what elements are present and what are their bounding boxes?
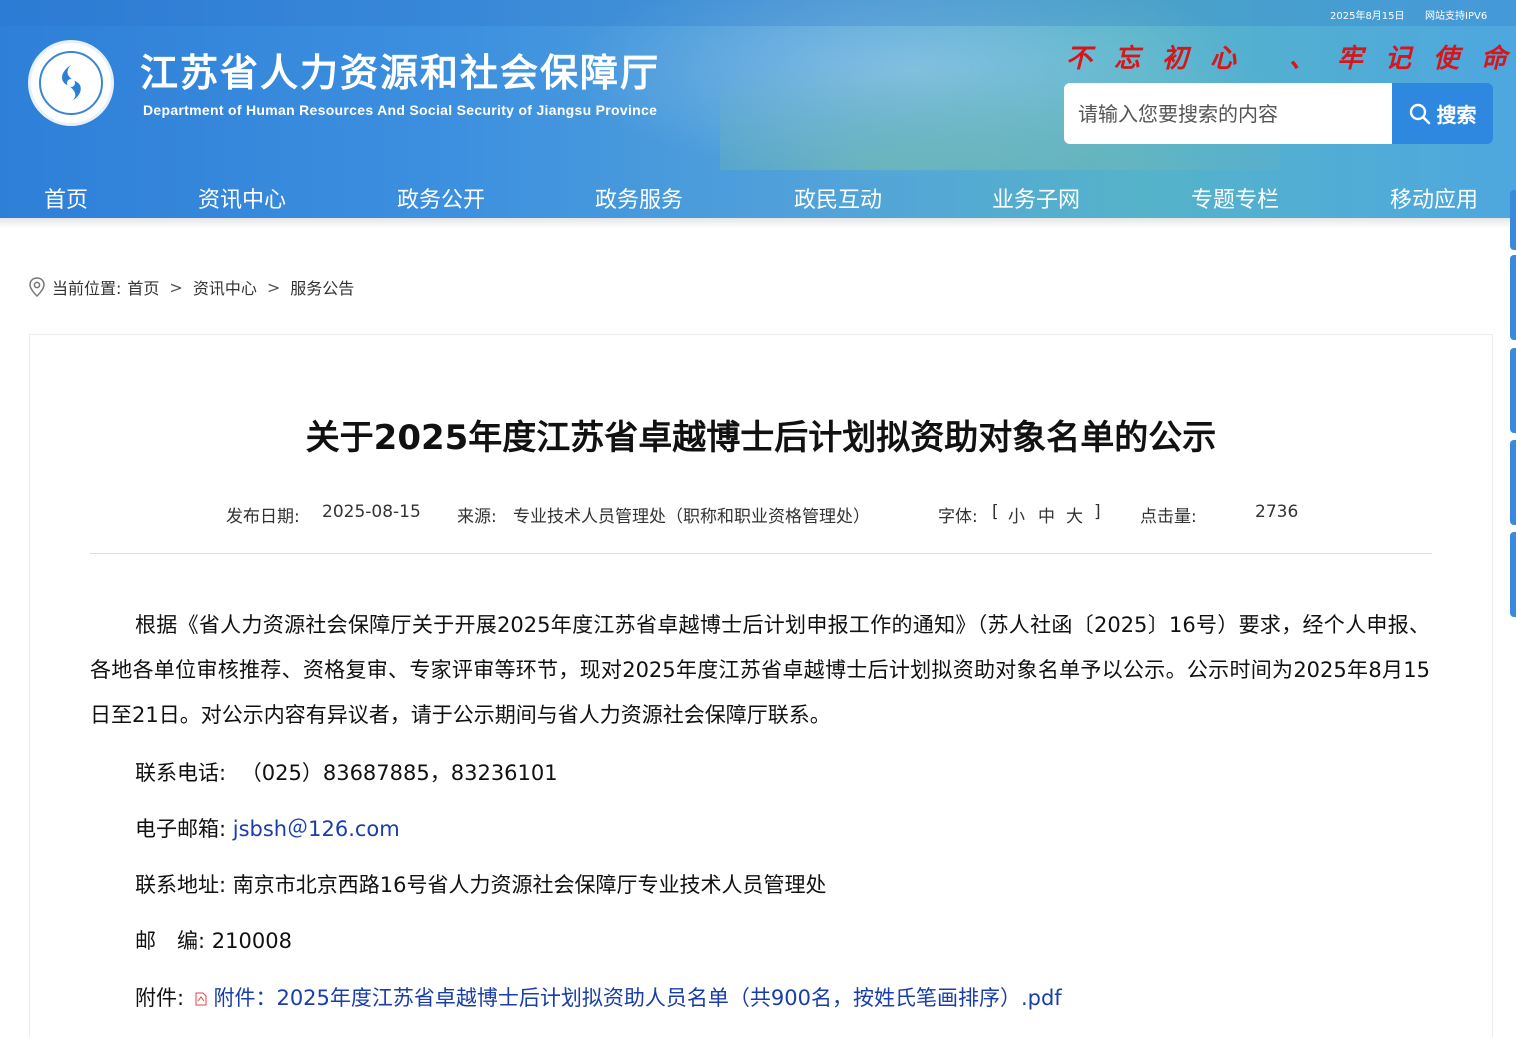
attachment-label: 附件: bbox=[135, 986, 185, 1010]
meta-font-label: 字体: bbox=[938, 507, 978, 527]
meta-source-label: 来源: bbox=[457, 507, 497, 527]
breadcrumb-separator: > bbox=[266, 277, 281, 297]
article-title: 关于2025年度江苏省卓越博士后计划拟资助对象名单的公示 bbox=[305, 418, 1217, 458]
breadcrumb-separator: > bbox=[169, 277, 183, 297]
meta-date-label: 发布日期: bbox=[226, 507, 300, 527]
nav-shadow bbox=[0, 218, 1516, 228]
search-button[interactable]: 搜索 bbox=[1392, 83, 1493, 144]
breadcrumb-current[interactable]: 服务公告 bbox=[290, 275, 354, 299]
main-nav: 首页 资讯中心 政务公开 政务服务 政民互动 业务子网 专题专栏 移动应用 bbox=[0, 176, 1516, 218]
attachment-line: 附件: 附件：2025年度江苏省卓越博士后计划拟资助人员名单（共900名，按姓氏… bbox=[135, 982, 1062, 1012]
font-size-medium[interactable]: 中 bbox=[1038, 502, 1055, 527]
slogan: 不忘初心 、牢记使命 bbox=[1066, 44, 1516, 74]
phone-label: 联系电话: bbox=[135, 761, 227, 785]
meta-source: 专业技术人员管理处（职称和职业资格管理处） bbox=[513, 507, 870, 527]
nav-item-gov-service[interactable]: 政务服务 bbox=[595, 182, 683, 214]
nav-item-news[interactable]: 资讯中心 bbox=[198, 182, 286, 214]
search-button-label: 搜索 bbox=[1436, 103, 1477, 127]
meta-views-label: 点击量: bbox=[1140, 507, 1197, 527]
font-size-large[interactable]: 大 bbox=[1066, 502, 1083, 527]
site-title[interactable]: 江苏省人力资源和社会保障厅 bbox=[140, 42, 660, 97]
meta-views: 2736 bbox=[1255, 502, 1299, 522]
side-float-tab[interactable] bbox=[1510, 255, 1516, 340]
pdf-icon bbox=[195, 992, 207, 1006]
contact-email: 电子邮箱: jsbsh＠126.com bbox=[135, 813, 400, 843]
contact-address: 联系地址: 南京市北京西路16号省人力资源社会保障厅专业技术人员管理处 bbox=[135, 869, 827, 899]
breadcrumb-news[interactable]: 资讯中心 bbox=[193, 275, 257, 299]
phone-value: （025）83687885，83236101 bbox=[240, 761, 558, 785]
nav-item-mobile[interactable]: 移动应用 bbox=[1390, 182, 1478, 214]
site-subtitle: Department of Human Resources And Social… bbox=[143, 102, 658, 118]
article-paragraph: 根据《省人力资源社会保障厅关于开展2025年度江苏省卓越博士后计划申报工作的通知… bbox=[90, 613, 1430, 727]
ipv6-badge: 网站支持IPV6 bbox=[1425, 11, 1488, 22]
nav-item-topics[interactable]: 专题专栏 bbox=[1191, 182, 1279, 214]
meta-date: 2025-08-15 bbox=[322, 502, 421, 522]
nav-item-interaction[interactable]: 政民互动 bbox=[794, 182, 882, 214]
breadcrumb: 当前位置: 首页 > 资讯中心 > 服务公告 bbox=[28, 276, 354, 298]
side-float-tab[interactable] bbox=[1510, 532, 1516, 617]
meta-font-open: [ bbox=[992, 502, 999, 522]
nav-item-subsites[interactable]: 业务子网 bbox=[992, 182, 1080, 214]
top-date: 2025年8月15日 bbox=[1330, 11, 1405, 22]
site-header: 2025年8月15日 网站支持IPV6 江苏省人力资源和社会保障厅 Depart… bbox=[0, 0, 1516, 218]
nav-item-gov-info[interactable]: 政务公开 bbox=[397, 182, 485, 214]
email-link[interactable]: jsbsh＠126.com bbox=[233, 817, 400, 841]
meta-font-close: ] bbox=[1094, 502, 1101, 522]
contact-postcode: 邮 编: 210008 bbox=[135, 925, 292, 955]
address-value: 南京市北京西路16号省人力资源社会保障厅专业技术人员管理处 bbox=[232, 873, 827, 897]
font-size-small[interactable]: 小 bbox=[1008, 502, 1025, 527]
email-label: 电子邮箱: bbox=[135, 817, 227, 841]
attachment-link[interactable]: 附件：2025年度江苏省卓越博士后计划拟资助人员名单（共900名，按姓氏笔画排序… bbox=[213, 986, 1061, 1010]
logo-mark-icon bbox=[62, 65, 81, 101]
breadcrumb-label: 当前位置: bbox=[52, 279, 122, 298]
location-pin-icon bbox=[29, 277, 45, 297]
postcode-value: 210008 bbox=[211, 929, 292, 953]
postcode-label: 邮 编: bbox=[135, 929, 206, 953]
emblem-logo[interactable] bbox=[28, 40, 114, 126]
contact-phone: 联系电话: （025）83687885，83236101 bbox=[135, 757, 558, 787]
nav-item-home[interactable]: 首页 bbox=[44, 182, 88, 214]
breadcrumb-home[interactable]: 首页 bbox=[127, 275, 159, 299]
address-label: 联系地址: bbox=[135, 873, 227, 897]
side-float-tab[interactable] bbox=[1510, 190, 1516, 250]
search-input[interactable] bbox=[1064, 83, 1394, 144]
search-icon bbox=[1409, 103, 1430, 124]
top-bar: 2025年8月15日 网站支持IPV6 bbox=[0, 0, 1516, 26]
meta-divider bbox=[90, 553, 1432, 554]
